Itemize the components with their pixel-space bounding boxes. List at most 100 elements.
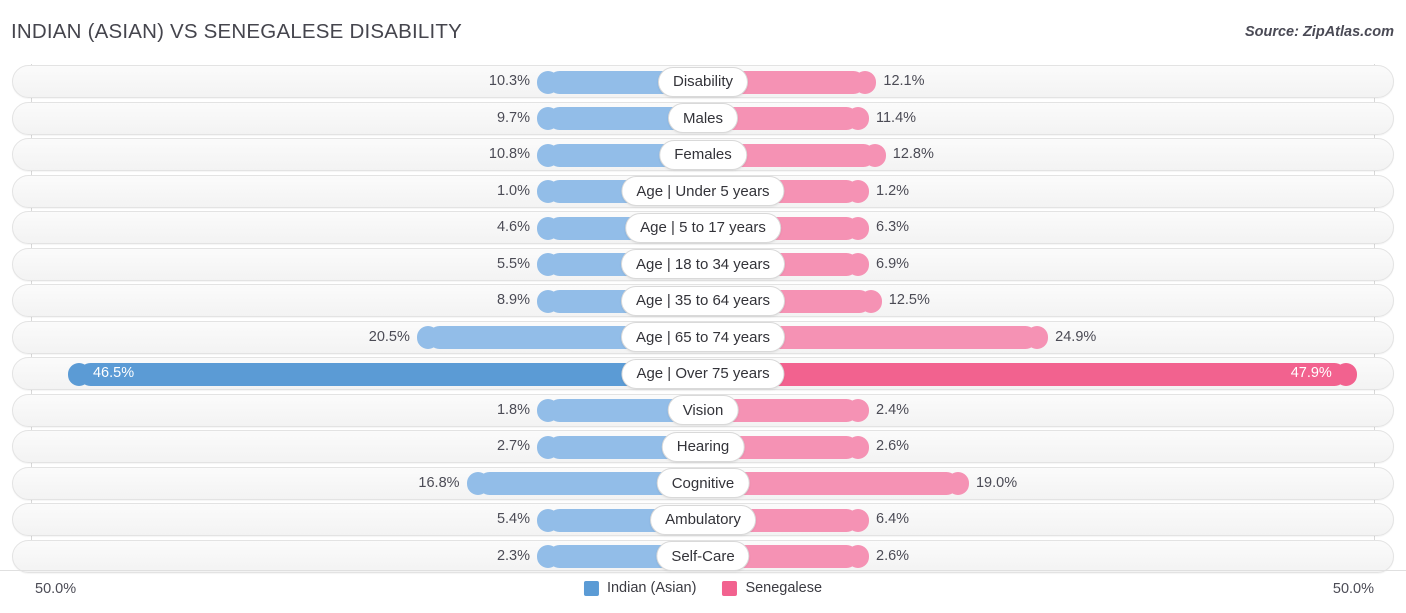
bar-cap-right xyxy=(863,143,886,167)
bar-cap-left xyxy=(537,180,559,203)
value-label-indian-asian: 1.0% xyxy=(496,182,530,199)
category-label-pill: Vision xyxy=(667,395,739,425)
chart-row: 1.8% 2.4% Vision xyxy=(0,393,1406,430)
legend-label: Indian (Asian) xyxy=(606,580,697,596)
chart-row: 10.3% 12.1% Disability xyxy=(0,64,1406,101)
bar-cap-left xyxy=(537,508,559,532)
value-label-indian-asian: 4.6% xyxy=(496,219,530,235)
chart-row: 5.5% 6.9% Age | 18 to 34 years xyxy=(0,247,1406,284)
category-label-pill: Self-Care xyxy=(656,541,750,571)
value-label-senegalese: 2.6% xyxy=(876,438,910,454)
bar-cap-right xyxy=(847,435,869,459)
bar-cap-left xyxy=(537,143,559,167)
value-label-senegalese: 2.6% xyxy=(876,547,910,564)
bar-cap-left xyxy=(537,216,559,240)
value-label-indian-asian: 16.8% xyxy=(418,474,460,491)
value-label-indian-asian: 8.9% xyxy=(496,292,530,308)
bar-cap-right xyxy=(847,399,869,422)
category-label-pill: Age | 5 to 17 years xyxy=(625,212,781,243)
value-label-senegalese: 47.9% xyxy=(1290,365,1332,381)
chart-header: INDIAN (ASIAN) VS SENEGALESE DISABILITY … xyxy=(0,0,1406,58)
value-label-indian-asian: 9.7% xyxy=(496,109,530,126)
chart-plot-area: 10.3% 12.1% Disability 9.7% 11.4% Males 10.8% 1… xyxy=(0,58,1406,573)
value-label-senegalese: 1.2% xyxy=(876,182,910,199)
bar-cap-right xyxy=(847,216,869,240)
category-label-pill: Females xyxy=(659,139,747,170)
page-title: INDIAN (ASIAN) VS SENEGALESE DISABILITY xyxy=(11,20,462,43)
value-label-indian-asian: 2.7% xyxy=(496,438,530,454)
bar-cap-right xyxy=(1334,362,1357,386)
category-label-pill: Age | 65 to 74 years xyxy=(621,322,785,352)
category-label-pill: Age | 35 to 64 years xyxy=(621,285,785,316)
category-label-pill: Age | Over 75 years xyxy=(621,358,785,389)
bar-cap-left xyxy=(416,326,439,349)
value-label-senegalese: 11.4% xyxy=(876,109,917,126)
bar-cap-right xyxy=(946,472,969,495)
chart-row: 5.4% 6.4% Ambulatory xyxy=(0,502,1406,539)
bar-cap-left xyxy=(537,107,559,130)
category-label-pill: Cognitive xyxy=(656,468,750,498)
chart-row: 16.8% 19.0% Cognitive xyxy=(0,466,1406,503)
legend-swatch-icon xyxy=(722,580,738,596)
value-label-indian-asian: 46.5% xyxy=(92,365,135,381)
value-label-indian-asian: 5.5% xyxy=(496,255,530,272)
category-label-pill: Males xyxy=(667,103,739,133)
legend-item[interactable]: Indian (Asian) xyxy=(583,580,697,596)
category-label-pill: Age | 18 to 34 years xyxy=(621,249,785,279)
chart-row: 10.8% 12.8% Females xyxy=(0,137,1406,174)
bar-indian-asian xyxy=(67,362,703,386)
bar-cap-left xyxy=(67,362,90,386)
chart-row: 1.0% 1.2% Age | Under 5 years xyxy=(0,174,1406,211)
bar-cap-right xyxy=(1026,326,1049,349)
bar-cap-left xyxy=(537,70,559,94)
value-label-senegalese: 12.1% xyxy=(883,73,925,89)
value-label-senegalese: 6.9% xyxy=(876,255,910,272)
value-label-senegalese: 12.5% xyxy=(888,292,930,308)
value-label-indian-asian: 20.5% xyxy=(368,328,410,345)
value-label-senegalese: 2.4% xyxy=(876,401,910,418)
bar-cap-right xyxy=(847,508,869,532)
category-label-pill: Hearing xyxy=(661,431,745,462)
category-label-pill: Disability xyxy=(657,66,749,97)
value-label-indian-asian: 1.8% xyxy=(496,401,530,418)
bar-cap-right xyxy=(847,180,869,203)
value-label-indian-asian: 5.4% xyxy=(496,511,530,527)
value-label-senegalese: 19.0% xyxy=(975,474,1018,491)
value-label-senegalese: 12.8% xyxy=(892,146,934,162)
chart-row: 2.7% 2.6% Hearing xyxy=(0,429,1406,466)
value-label-indian-asian: 10.8% xyxy=(488,146,530,162)
legend-swatch-icon xyxy=(583,580,599,596)
bar-cap-right xyxy=(854,70,877,94)
bar-cap-left xyxy=(537,289,559,313)
value-label-senegalese: 6.3% xyxy=(876,219,910,235)
chart-footer: 50.0% 50.0% Indian (Asian) Senegalese xyxy=(0,570,1406,613)
source-attribution: Source: ZipAtlas.com xyxy=(1244,24,1394,40)
chart-row: 4.6% 6.3% Age | 5 to 17 years xyxy=(0,210,1406,247)
value-label-senegalese: 24.9% xyxy=(1055,328,1097,345)
bar-cap-left xyxy=(537,545,559,568)
chart-row: 20.5% 24.9% Age | 65 to 74 years xyxy=(0,320,1406,357)
legend-item[interactable]: Senegalese xyxy=(722,580,822,596)
bar-cap-left xyxy=(537,435,559,459)
value-label-indian-asian: 2.3% xyxy=(496,547,530,564)
chart-legend: Indian (Asian) Senegalese xyxy=(583,580,822,596)
bar-cap-left xyxy=(537,253,559,276)
bar-cap-right xyxy=(847,107,869,130)
axis-label-left: 50.0% xyxy=(35,581,77,597)
chart-row: 46.5% 47.9% Age | Over 75 years xyxy=(0,356,1406,393)
category-label-pill: Ambulatory xyxy=(650,504,756,535)
chart-row: 8.9% 12.5% Age | 35 to 64 years xyxy=(0,283,1406,320)
chart-row: 9.7% 11.4% Males xyxy=(0,101,1406,138)
chart-rows: 10.3% 12.1% Disability 9.7% 11.4% Males 10.8% 1… xyxy=(0,64,1406,575)
category-label-pill: Age | Under 5 years xyxy=(621,176,785,206)
bar-cap-right xyxy=(859,289,882,313)
value-label-senegalese: 6.4% xyxy=(876,511,910,527)
bar-cap-left xyxy=(537,399,559,422)
axis-label-right: 50.0% xyxy=(1332,581,1374,597)
bar-cap-right xyxy=(847,545,869,568)
bar-senegalese xyxy=(703,362,1357,386)
bar-cap-right xyxy=(847,253,869,276)
bar-cap-left xyxy=(466,472,489,495)
value-label-indian-asian: 10.3% xyxy=(488,73,530,89)
legend-label: Senegalese xyxy=(745,580,823,596)
